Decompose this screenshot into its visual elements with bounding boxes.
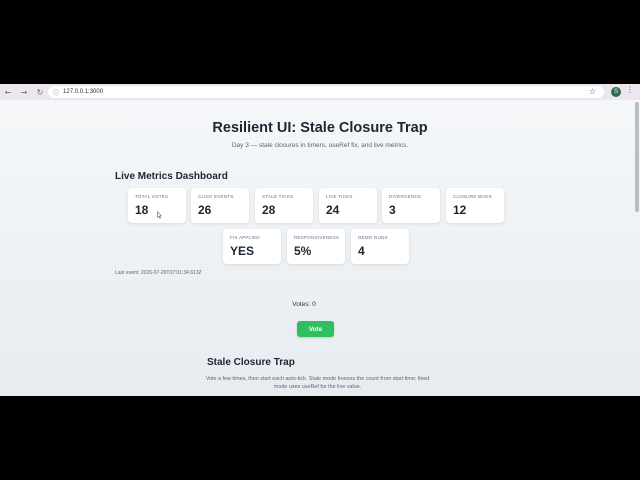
- reload-icon[interactable]: ↻: [33, 85, 47, 99]
- back-icon[interactable]: ←: [1, 85, 15, 99]
- metric-value: 12: [453, 203, 467, 217]
- metric-value: 4: [358, 244, 365, 258]
- browser-menu-icon[interactable]: ⋮: [626, 85, 634, 94]
- metric-value: 24: [326, 203, 340, 217]
- metric-card-responsiveness: RESPONSIVENESS 5%: [287, 229, 345, 264]
- metric-card-fix-applied: FIX APPLIED YES: [223, 229, 281, 264]
- metric-card-demo-runs: DEMO RUNS 4: [351, 229, 409, 264]
- metric-label: STALE TICKS: [262, 194, 294, 199]
- site-info-icon[interactable]: ⓘ: [53, 88, 59, 97]
- vote-button[interactable]: Vote: [297, 321, 334, 337]
- bookmark-star-icon[interactable]: ☆: [589, 86, 596, 98]
- dashboard-title: Live Metrics Dashboard: [115, 171, 228, 182]
- stale-closure-trap-description: Vote a few times, then start each auto-t…: [205, 376, 430, 390]
- votes-count: Votes: 0: [292, 301, 316, 308]
- metric-label: DEMO RUNS: [358, 235, 388, 240]
- forward-icon[interactable]: →: [17, 85, 31, 99]
- metric-card-stale-ticks: STALE TICKS 28: [255, 188, 313, 223]
- last-event-timestamp: Last event: 2026-07-29T07:01:34.613Z: [115, 270, 202, 276]
- metric-card-divergence: DIVERGENCE 3: [382, 188, 440, 223]
- address-bar[interactable]: ⓘ 127.0.0.1:3000 ☆: [48, 86, 604, 98]
- metric-label: DIVERGENCE: [389, 194, 422, 199]
- page-content: Resilient UI: Stale Closure Trap Day 3 —…: [0, 100, 640, 396]
- profile-avatar[interactable]: S: [611, 87, 621, 97]
- metric-value: YES: [230, 244, 255, 258]
- metric-card-live-ticks: LIVE TICKS 24: [319, 188, 377, 223]
- page-title: Resilient UI: Stale Closure Trap: [212, 120, 428, 136]
- stale-closure-trap-title: Stale Closure Trap: [207, 357, 295, 368]
- browser-toolbar: ← → ↻ ⓘ 127.0.0.1:3000 ☆ S ⋮: [0, 84, 640, 100]
- url-text: 127.0.0.1:3000: [63, 89, 104, 95]
- page-scrollbar[interactable]: [635, 102, 639, 212]
- metric-label: CLOSURE BUGS: [453, 194, 492, 199]
- metric-value: 26: [198, 203, 212, 217]
- page-subtitle: Day 3 — stale closures in timers, useRef…: [231, 142, 409, 149]
- metric-label: TOTAL VOTES: [135, 194, 169, 199]
- metric-card-closure-bugs: CLOSURE BUGS 12: [446, 188, 504, 223]
- metric-label: FIX APPLIED: [230, 235, 260, 240]
- browser-window: ← → ↻ ⓘ 127.0.0.1:3000 ☆ S ⋮ Resilient U…: [0, 84, 640, 396]
- metric-label: RESPONSIVENESS: [294, 235, 340, 240]
- metric-label: CLICK EVENTS: [198, 194, 234, 199]
- metric-label: LIVE TICKS: [326, 194, 353, 199]
- metric-value: 3: [389, 203, 396, 217]
- mouse-cursor-icon: [157, 211, 162, 219]
- metric-value: 5%: [294, 244, 312, 258]
- metric-card-click-events: CLICK EVENTS 26: [191, 188, 249, 223]
- metric-value: 28: [262, 203, 276, 217]
